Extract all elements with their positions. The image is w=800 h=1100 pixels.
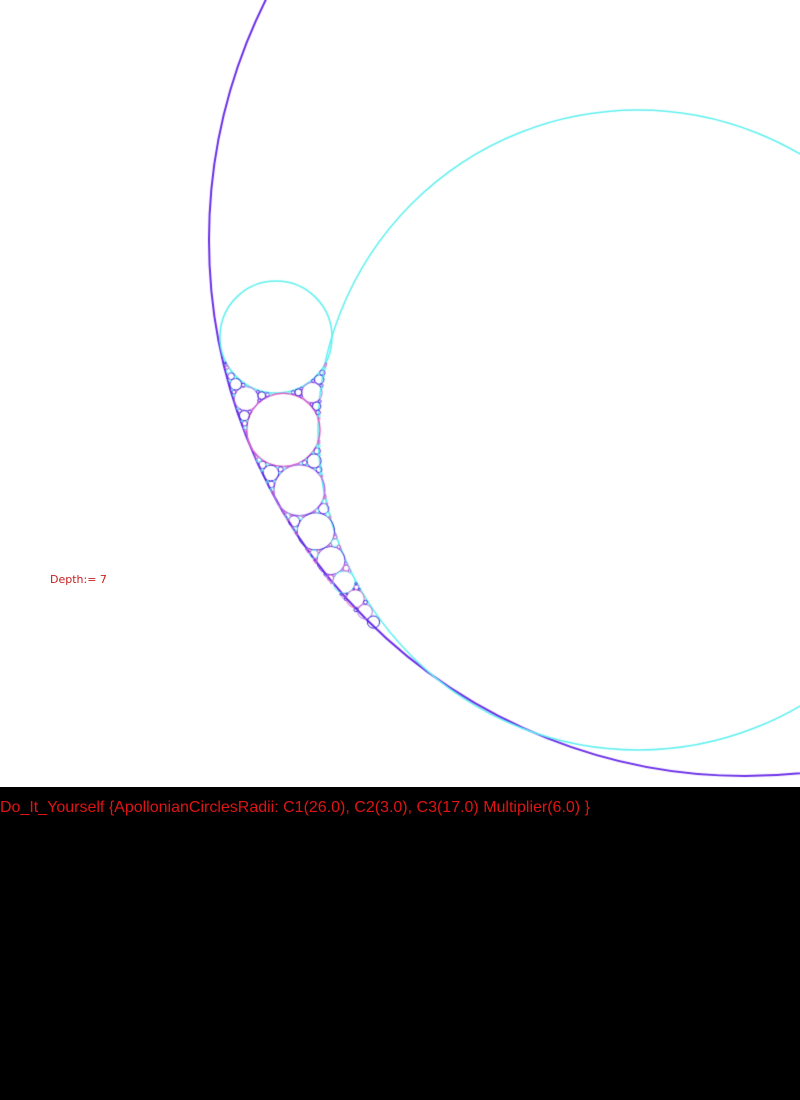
apollonian-gasket-canvas[interactable]	[0, 0, 800, 787]
fractal-viewport: Depth:= 7	[0, 0, 800, 787]
status-panel: Do_It_Yourself {ApollonianCirclesRadii: …	[0, 787, 800, 1100]
status-text: Do_It_Yourself {ApollonianCirclesRadii: …	[0, 799, 590, 816]
depth-label: Depth:= 7	[50, 573, 107, 586]
